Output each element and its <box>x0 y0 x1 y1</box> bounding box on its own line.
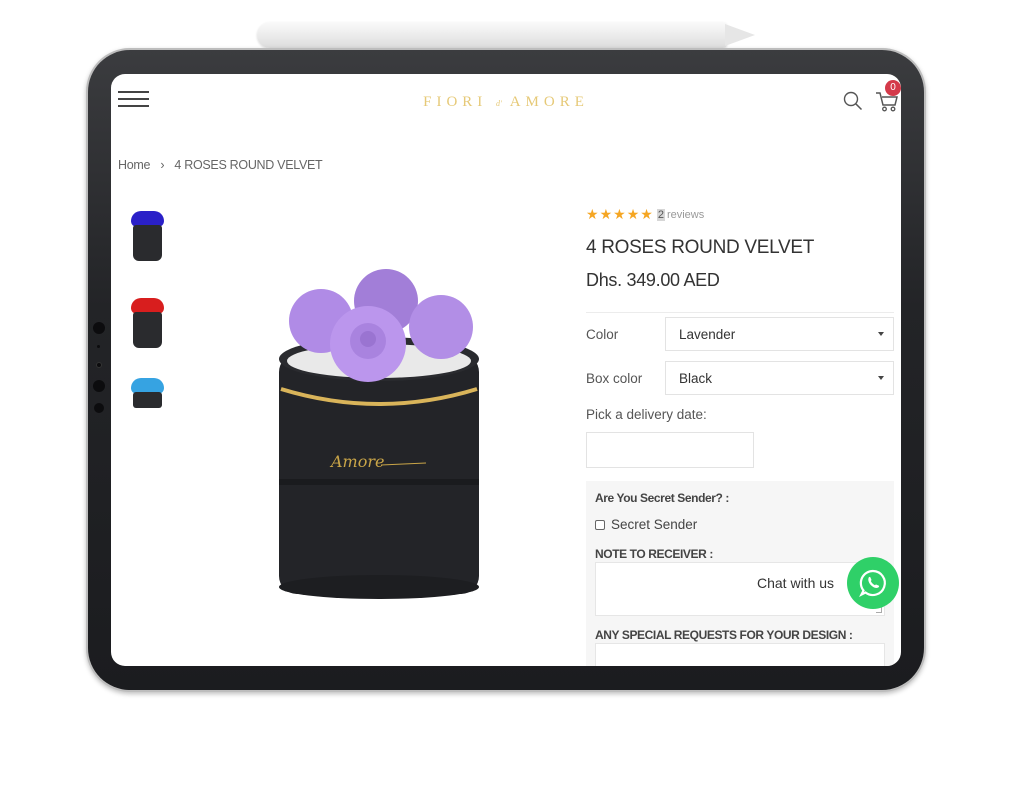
secret-sender-checkbox[interactable] <box>595 519 605 530</box>
sensor-icon <box>96 362 102 368</box>
breadcrumb-separator: › <box>160 158 165 172</box>
whatsapp-chat-button[interactable] <box>847 557 899 609</box>
box-seam <box>279 479 479 485</box>
special-requests-textarea[interactable] <box>595 643 885 666</box>
product-title: 4 ROSES ROUND VELVET <box>586 237 815 258</box>
stylus-tip <box>725 24 755 46</box>
secret-sender-label[interactable]: Secret Sender <box>611 517 697 532</box>
hamburger-icon <box>118 91 149 93</box>
sensor-icon <box>94 403 104 413</box>
box-image <box>133 392 162 408</box>
product-price: Dhs. 349.00 AED <box>586 270 720 290</box>
brand-script: Amore <box>329 452 384 471</box>
chat-with-us-label[interactable]: Chat with us <box>748 564 858 602</box>
thumbnail-blue[interactable] <box>131 209 165 263</box>
thumbnail-light-blue[interactable] <box>131 376 165 408</box>
whatsapp-icon <box>859 569 886 597</box>
star-icon: ★ <box>586 206 599 222</box>
logo-text-left: FIORI <box>423 94 488 110</box>
rating[interactable]: ★ ★ ★ ★ ★ 2 reviews <box>586 206 704 223</box>
delivery-date-input[interactable] <box>586 432 754 468</box>
chevron-down-icon <box>878 376 884 380</box>
camera-lens-icon <box>93 322 105 334</box>
box-color-label: Box color <box>586 371 643 386</box>
review-count[interactable]: 2 <box>656 208 665 221</box>
rose <box>409 295 473 359</box>
star-icon: ★ <box>613 206 626 222</box>
divider <box>586 312 894 313</box>
color-select[interactable]: Lavender <box>665 317 894 351</box>
web-page-screen: FIORI d' AMORE 0 Home › 4 ROSES ROUND VE… <box>111 74 901 666</box>
breadcrumb: Home › 4 ROSES ROUND VELVET <box>118 158 323 172</box>
box-image <box>133 312 162 348</box>
breadcrumb-current: 4 ROSES ROUND VELVET <box>174 158 323 172</box>
star-icon: ★ <box>640 206 653 222</box>
box-color-select-value: Black <box>679 371 713 386</box>
color-label: Color <box>586 327 619 342</box>
review-label[interactable]: reviews <box>667 209 704 221</box>
note-label: NOTE TO RECEIVER : <box>595 547 713 561</box>
star-icon: ★ <box>626 206 640 222</box>
camera-array <box>92 320 108 430</box>
delivery-date-label: Pick a delivery date: <box>586 407 707 422</box>
brand-logo[interactable]: FIORI d' AMORE <box>111 94 901 111</box>
logo-text-right: AMORE <box>509 94 589 110</box>
stylus-pencil <box>257 22 727 48</box>
page: FIORI d' AMORE 0 Home › 4 ROSES ROUND VE… <box>0 0 1024 786</box>
cart-count-badge: 0 <box>885 80 901 96</box>
camera-lens-icon <box>93 380 105 392</box>
special-requests-label: ANY SPECIAL REQUESTS FOR YOUR DESIGN : <box>595 628 853 642</box>
search-icon[interactable] <box>843 91 863 111</box>
secret-sender-question: Are You Secret Sender? : <box>595 491 730 505</box>
logo-text-small: d' <box>496 99 502 108</box>
secret-sender-option[interactable]: Secret Sender <box>595 517 697 532</box>
product-main-image[interactable]: Amore <box>276 269 486 599</box>
box-bottom <box>279 575 479 599</box>
box-color-select[interactable]: Black <box>665 361 894 395</box>
star-icon: ★ <box>599 206 613 222</box>
thumbnail-red[interactable] <box>131 296 165 350</box>
breadcrumb-home-link[interactable]: Home <box>118 158 150 172</box>
box-image <box>133 225 162 261</box>
color-select-value: Lavender <box>679 327 736 342</box>
rose-center <box>360 331 376 347</box>
chevron-down-icon <box>878 332 884 336</box>
sensor-icon <box>97 345 100 348</box>
velvet-box <box>279 354 479 594</box>
